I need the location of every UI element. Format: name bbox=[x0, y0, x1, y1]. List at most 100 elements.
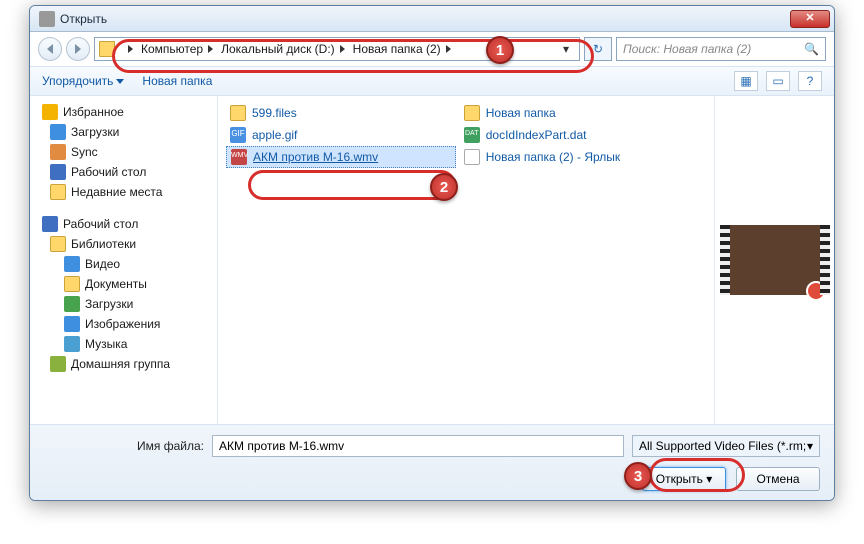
preview-pane-button[interactable]: ▭ bbox=[766, 71, 790, 91]
tree-label: Избранное bbox=[63, 105, 124, 119]
file-type-filter[interactable]: All Supported Video Files (*.rm;▾ bbox=[632, 435, 820, 457]
filter-text: All Supported Video Files (*.rm; bbox=[639, 439, 806, 453]
chevron-right-icon bbox=[75, 44, 81, 54]
open-button[interactable]: Открыть ▾ bbox=[642, 467, 726, 491]
images-icon bbox=[64, 316, 80, 332]
music-icon bbox=[64, 336, 80, 352]
search-icon: 🔍 bbox=[804, 42, 819, 56]
tree-label: Рабочий стол bbox=[63, 217, 138, 231]
tree-recent[interactable]: Недавние места bbox=[34, 182, 213, 202]
search-placeholder: Поиск: Новая папка (2) bbox=[623, 42, 751, 56]
body: Избранное Загрузки Sync Рабочий стол Нед… bbox=[30, 96, 834, 424]
badge-2: 2 bbox=[430, 173, 458, 201]
cancel-button[interactable]: Отмена bbox=[736, 467, 820, 491]
file-item[interactable]: DAT docIdIndexPart.dat bbox=[460, 124, 690, 146]
open-label: Открыть bbox=[656, 472, 703, 486]
address-dropdown[interactable]: ▾ bbox=[557, 42, 575, 56]
file-item[interactable]: Новая папка (2) - Ярлык bbox=[460, 146, 690, 168]
computer-icon bbox=[99, 41, 115, 57]
chevron-down-icon: ▾ bbox=[807, 439, 813, 453]
tree-libraries[interactable]: Библиотеки bbox=[34, 234, 213, 254]
app-icon bbox=[39, 11, 55, 27]
desktop-icon bbox=[50, 164, 66, 180]
file-name: docIdIndexPart.dat bbox=[486, 128, 587, 142]
file-column: Новая папка DAT docIdIndexPart.dat Новая … bbox=[460, 102, 690, 168]
forward-button[interactable] bbox=[66, 37, 90, 61]
file-name: АКМ против М-16.wmv bbox=[253, 150, 378, 164]
organize-menu[interactable]: Упорядочить bbox=[42, 74, 124, 88]
tree-label: Недавние места bbox=[71, 185, 162, 199]
tree-label: Изображения bbox=[85, 317, 160, 331]
button-row: Открыть ▾ Отмена bbox=[44, 467, 820, 491]
tree-label: Видео bbox=[85, 257, 120, 271]
open-dialog: Открыть ✕ Компьютер Локальный диск (D:) … bbox=[29, 5, 835, 501]
chevron-right-icon bbox=[340, 45, 345, 53]
tree-sync[interactable]: Sync bbox=[34, 142, 213, 162]
tree-downloads[interactable]: Загрузки bbox=[34, 122, 213, 142]
toolbar-right: ▦ ▭ ? bbox=[734, 71, 822, 91]
new-folder-button[interactable]: Новая папка bbox=[142, 74, 212, 88]
homegroup-icon bbox=[50, 356, 66, 372]
breadcrumb[interactable]: Локальный диск (D:) bbox=[217, 38, 349, 60]
close-button[interactable]: ✕ bbox=[790, 10, 830, 28]
back-button[interactable] bbox=[38, 37, 62, 61]
tree-label: Рабочий стол bbox=[71, 165, 146, 179]
tree-label: Загрузки bbox=[71, 125, 119, 139]
recent-icon bbox=[50, 184, 66, 200]
chevron-left-icon bbox=[47, 44, 53, 54]
help-button[interactable]: ? bbox=[798, 71, 822, 91]
folder-icon bbox=[464, 105, 480, 121]
breadcrumb[interactable]: Новая папка (2) bbox=[349, 38, 455, 60]
file-item[interactable]: GIF apple.gif bbox=[226, 124, 456, 146]
desktop-icon bbox=[42, 216, 58, 232]
tree-desktop2[interactable]: Рабочий стол bbox=[34, 214, 213, 234]
tree-label: Домашняя группа bbox=[71, 357, 170, 371]
tree-label: Библиотеки bbox=[71, 237, 136, 251]
file-item[interactable]: Новая папка bbox=[460, 102, 690, 124]
breadcrumb-label: Новая папка (2) bbox=[353, 42, 441, 56]
file-item[interactable]: 599.files bbox=[226, 102, 456, 124]
tree-pane: Избранное Загрузки Sync Рабочий стол Нед… bbox=[30, 96, 218, 424]
tree-video[interactable]: Видео bbox=[34, 254, 213, 274]
video-icon bbox=[64, 256, 80, 272]
file-item-selected[interactable]: WMVАКМ против М-16.wmv bbox=[226, 146, 456, 168]
tree-favorites[interactable]: Избранное bbox=[34, 102, 213, 122]
file-pane: 599.files GIF apple.gif WMVАКМ против М-1… bbox=[218, 96, 834, 424]
chevron-right-icon bbox=[446, 45, 451, 53]
window-title: Открыть bbox=[60, 12, 107, 26]
split-dropdown-icon: ▾ bbox=[706, 472, 712, 486]
breadcrumb[interactable]: Компьютер bbox=[137, 38, 217, 60]
chevron-right-icon bbox=[208, 45, 213, 53]
file-name: 599.files bbox=[252, 106, 297, 120]
breadcrumb[interactable] bbox=[119, 38, 137, 60]
breadcrumb-label: Локальный диск (D:) bbox=[221, 42, 335, 56]
tree-music[interactable]: Музыка bbox=[34, 334, 213, 354]
nav-row: Компьютер Локальный диск (D:) Новая папк… bbox=[30, 32, 834, 66]
documents-icon bbox=[64, 276, 80, 292]
libraries-icon bbox=[50, 236, 66, 252]
tree-images[interactable]: Изображения bbox=[34, 314, 213, 334]
file-name: apple.gif bbox=[252, 128, 297, 142]
star-icon bbox=[42, 104, 58, 120]
toolbar: Упорядочить Новая папка ▦ ▭ ? bbox=[30, 66, 834, 96]
refresh-button[interactable]: ↻ bbox=[584, 37, 612, 61]
overlay-badge-icon bbox=[806, 281, 826, 301]
tree-desktop[interactable]: Рабочий стол bbox=[34, 162, 213, 182]
titlebar: Открыть ✕ bbox=[30, 6, 834, 32]
tree-documents[interactable]: Документы bbox=[34, 274, 213, 294]
file-column: 599.files GIF apple.gif WMVАКМ против М-1… bbox=[226, 102, 456, 168]
filename-label: Имя файла: bbox=[44, 439, 204, 453]
breadcrumb-label: Компьютер bbox=[141, 42, 203, 56]
dat-icon: DAT bbox=[464, 127, 480, 143]
view-mode-button[interactable]: ▦ bbox=[734, 71, 758, 91]
organize-label: Упорядочить bbox=[42, 74, 113, 88]
gif-icon: GIF bbox=[230, 127, 246, 143]
filename-input[interactable]: АКМ против М-16.wmv bbox=[212, 435, 624, 457]
search-input[interactable]: Поиск: Новая папка (2) 🔍 bbox=[616, 37, 826, 61]
tree-downloads2[interactable]: Загрузки bbox=[34, 294, 213, 314]
download-icon bbox=[64, 296, 80, 312]
preview-pane bbox=[714, 96, 834, 424]
tree-homegroup[interactable]: Домашняя группа bbox=[34, 354, 213, 374]
filename-row: Имя файла: АКМ против М-16.wmv All Suppo… bbox=[44, 435, 820, 457]
tree-label: Загрузки bbox=[85, 297, 133, 311]
